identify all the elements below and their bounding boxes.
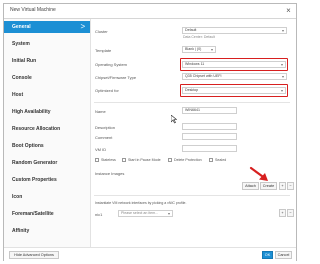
new-vm-dialog: New Virtual Machine × General > System I… — [3, 3, 297, 261]
instance-images-label: Instance Images — [95, 171, 125, 176]
comment-label: Comment — [95, 135, 113, 140]
vm-id-label: VM ID — [95, 147, 107, 152]
sidebar-item-console[interactable]: Console — [4, 72, 90, 84]
start-paused-checkbox[interactable] — [122, 158, 126, 162]
sidebar-item-label: Host — [12, 92, 24, 98]
nic-label: nic1 — [95, 212, 103, 217]
os-value: Windows 11 — [185, 62, 205, 66]
chipset-value: Q35 Chipset with UEFI — [185, 74, 222, 78]
nic-profile-select[interactable]: Please select an item... ▾ — [118, 210, 173, 217]
divider — [94, 195, 290, 196]
vm-id-input[interactable] — [182, 145, 237, 152]
template-value: Blank | (0) — [185, 47, 202, 51]
description-input[interactable] — [182, 123, 237, 130]
sealed-label: Sealed — [215, 158, 227, 162]
start-paused-label: Start in Pause Mode — [128, 158, 161, 162]
mouse-cursor-icon — [171, 115, 177, 124]
sidebar-item-foreman-satellite[interactable]: Foreman/Satellite — [4, 208, 90, 220]
optimized-label: Optimized for — [95, 88, 119, 93]
name-value: WIN6641 — [185, 108, 200, 112]
sidebar-item-label: Boot Options — [12, 143, 44, 149]
sidebar-item-random-generator[interactable]: Random Generator — [4, 157, 90, 169]
dialog-titlebar: New Virtual Machine × — [4, 4, 296, 19]
chipset-label: Chipset/Firmware Type — [95, 75, 137, 80]
delete-protection-checkbox[interactable] — [168, 158, 172, 162]
nic-placeholder: Please select an item... — [121, 211, 159, 215]
sidebar-item-host[interactable]: Host — [4, 89, 90, 101]
divider — [94, 102, 290, 103]
sidebar-item-label: System — [12, 41, 30, 47]
stateless-checkbox[interactable] — [95, 158, 99, 162]
sealed-checkbox[interactable] — [209, 158, 213, 162]
nic-help-text: Instantiate VM network interfaces by pic… — [95, 201, 187, 205]
add-nic-button[interactable]: + — [279, 209, 286, 217]
sidebar-item-label: Console — [12, 75, 32, 81]
sidebar-item-general[interactable]: General > — [4, 21, 90, 33]
sidebar-item-label: Icon — [12, 194, 23, 200]
sidebar-item-label: Random Generator — [12, 160, 58, 166]
os-label: Operating System — [95, 62, 128, 67]
sidebar-item-high-availability[interactable]: High Availability — [4, 106, 90, 118]
sidebar-item-label: Resource Allocation — [12, 126, 61, 132]
optimized-select[interactable]: Desktop ▾ — [182, 87, 286, 94]
chevron-down-icon: ▾ — [281, 28, 284, 33]
close-icon[interactable]: × — [284, 6, 293, 15]
name-input[interactable]: WIN6641 — [182, 107, 237, 114]
sidebar-item-label: Affinity — [12, 228, 30, 234]
sidebar-item-label: General — [12, 24, 31, 30]
chevron-down-icon: ▾ — [280, 62, 283, 67]
annotation-arrow — [249, 166, 268, 181]
chevron-down-icon: ▾ — [281, 74, 284, 79]
dialog-title: New Virtual Machine — [10, 7, 56, 13]
attach-button[interactable]: Attach — [242, 182, 259, 190]
sidebar-item-system[interactable]: System — [4, 38, 90, 50]
template-select[interactable]: Blank | (0) ▾ — [182, 46, 216, 53]
sidebar-item-icon[interactable]: Icon — [4, 191, 90, 203]
remove-image-button[interactable]: − — [287, 182, 294, 190]
chevron-down-icon: ▾ — [167, 211, 170, 216]
template-label: Template — [95, 48, 112, 53]
chipset-select[interactable]: Q35 Chipset with UEFI ▾ — [182, 73, 287, 80]
name-label: Name — [95, 109, 106, 114]
cluster-select[interactable]: Default ▾ — [182, 27, 287, 34]
cluster-note: Data Center: Default — [183, 35, 215, 39]
create-button[interactable]: Create — [260, 182, 277, 190]
description-label: Description — [95, 125, 116, 130]
dialog-footer: Hide Advanced Options OK Cancel — [4, 247, 296, 261]
sidebar-item-resource-allocation[interactable]: Resource Allocation — [4, 123, 90, 135]
sidebar-item-boot-options[interactable]: Boot Options — [4, 140, 90, 152]
sidebar-item-label: Custom Properties — [12, 177, 57, 183]
ok-button[interactable]: OK — [262, 251, 273, 259]
remove-nic-button[interactable]: − — [287, 209, 294, 217]
cluster-value: Default — [185, 28, 197, 32]
chevron-down-icon: ▾ — [280, 88, 283, 93]
sidebar-item-affinity[interactable]: Affinity — [4, 225, 90, 237]
hide-advanced-button[interactable]: Hide Advanced Options — [9, 251, 59, 259]
cancel-button[interactable]: Cancel — [275, 251, 292, 259]
sidebar-item-label: Foreman/Satellite — [12, 211, 54, 217]
chevron-down-icon: ▾ — [210, 47, 213, 52]
sidebar-item-initial-run[interactable]: Initial Run — [4, 55, 90, 67]
optimized-value: Desktop — [185, 88, 199, 92]
os-select[interactable]: Windows 11 ▾ — [182, 61, 286, 68]
cluster-label: Cluster — [95, 29, 108, 34]
sidebar-item-label: Initial Run — [12, 58, 37, 64]
add-image-button[interactable]: + — [279, 182, 286, 190]
chevron-right-icon: > — [80, 22, 85, 31]
stateless-label: Stateless — [101, 158, 116, 162]
delete-protection-label: Delete Protection — [174, 158, 202, 162]
sidebar-item-custom-properties[interactable]: Custom Properties — [4, 174, 90, 186]
comment-input[interactable] — [182, 133, 237, 140]
sidebar: General > System Initial Run Console Hos… — [4, 19, 91, 247]
sidebar-item-label: High Availability — [12, 109, 51, 115]
